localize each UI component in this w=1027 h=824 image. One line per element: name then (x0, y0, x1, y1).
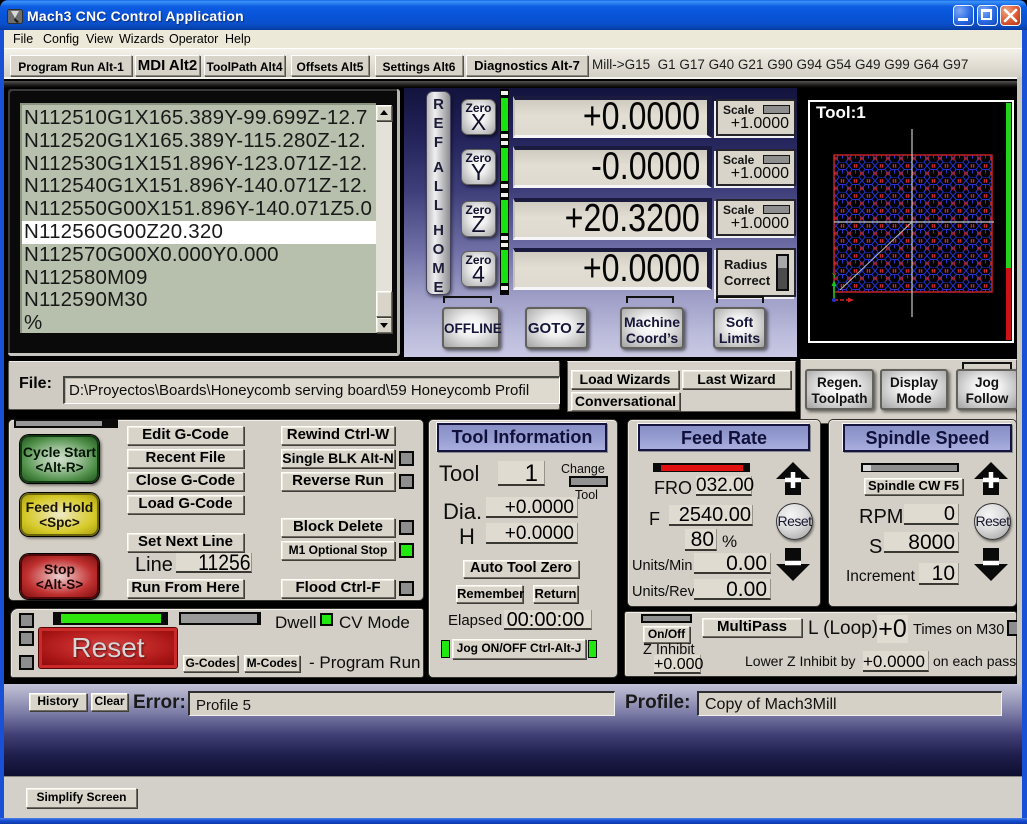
svg-text:Y: Y (832, 273, 837, 280)
